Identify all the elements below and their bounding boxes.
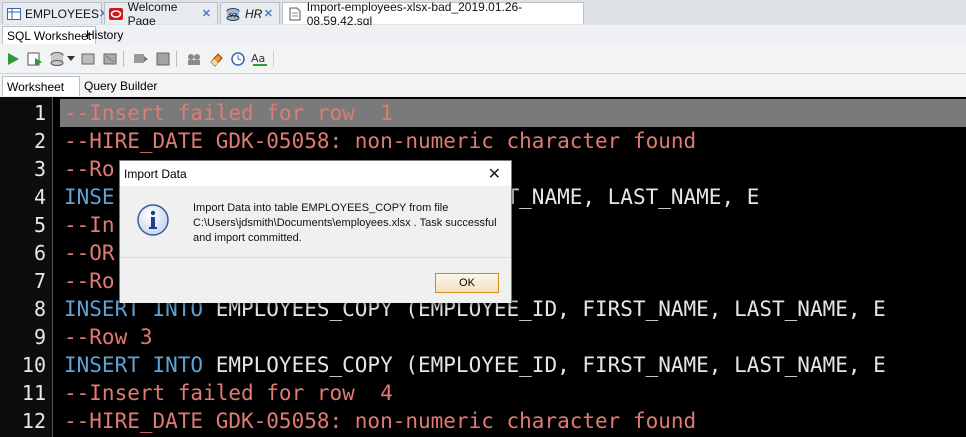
toolbar-separator xyxy=(273,51,274,67)
format-case-icon[interactable]: Aa xyxy=(251,50,269,68)
rollback-icon[interactable] xyxy=(79,50,97,68)
tab-welcome-page[interactable]: Welcome Page ✕ xyxy=(104,0,218,28)
line-number: 2 xyxy=(33,129,46,153)
tab-label: HR xyxy=(245,6,263,21)
line-number: 1 xyxy=(33,101,46,125)
code-line: --Ro xyxy=(64,155,115,183)
eraser-icon[interactable] xyxy=(207,50,225,68)
sql-comment: --Ro xyxy=(64,269,115,293)
sql-comment: --In xyxy=(64,213,115,237)
code-line: --Insert failed for row 4 xyxy=(64,379,393,407)
sql-comment: --Ro xyxy=(64,157,115,181)
tab-import-sql-file[interactable]: Import-employees-xlsx-bad_2019.01.26-08.… xyxy=(282,0,584,28)
sql-tuning-icon[interactable] xyxy=(185,50,203,68)
tab-label: EMPLOYEES xyxy=(25,6,100,21)
sql-comment: --HIRE_DATE GDK-05058: non-numeric chara… xyxy=(64,409,697,433)
line-number: 3 xyxy=(33,157,46,181)
sql-connection-icon: SQL xyxy=(225,7,241,21)
code-line: INSERT INTO EMPLOYEES_COPY (EMPLOYEE_ID,… xyxy=(64,351,886,379)
run-script-icon[interactable] xyxy=(26,50,44,68)
ok-button[interactable]: OK xyxy=(435,273,499,293)
commit-icon[interactable] xyxy=(48,50,66,68)
code-line: --HIRE_DATE GDK-05058: non-numeric chara… xyxy=(64,127,696,155)
dialog-title: Import Data xyxy=(124,166,187,181)
line-number: 5 xyxy=(33,213,46,237)
svg-text:SQL: SQL xyxy=(229,13,239,19)
toolbar-separator xyxy=(176,51,177,67)
code-line: --Ro xyxy=(64,267,115,295)
close-icon[interactable]: ✕ xyxy=(264,7,273,20)
line-number: 4 xyxy=(33,185,46,209)
code-line: --Row 3 xyxy=(64,323,153,351)
autotrace-icon[interactable] xyxy=(154,50,172,68)
import-data-dialog: Import Data ✕ Import Data into table EMP… xyxy=(119,160,512,303)
tab-hr[interactable]: SQL HR ✕ xyxy=(220,2,280,24)
worksheet-toolbar: Aa xyxy=(0,45,966,74)
code-line: --OR xyxy=(64,239,115,267)
tab-query-builder[interactable]: Query Builder xyxy=(80,76,161,96)
line-number: 12 xyxy=(21,409,46,433)
info-icon xyxy=(136,203,170,237)
code-line: --Insert failed for row 1 xyxy=(64,99,393,127)
sql-comment: --Insert failed for row 4 xyxy=(64,381,393,405)
line-number: 8 xyxy=(33,297,46,321)
code-line: --HIRE_DATE GDK-05058: non-numeric chara… xyxy=(64,407,696,435)
close-icon[interactable]: ✕ xyxy=(202,7,211,20)
line-number: 6 xyxy=(33,241,46,265)
tab-worksheet[interactable]: Worksheet xyxy=(2,76,80,96)
history-icon[interactable] xyxy=(229,50,247,68)
sql-comment: --Insert failed for row 1 xyxy=(64,101,393,125)
dropdown-arrow-icon[interactable] xyxy=(67,50,75,68)
oracle-icon xyxy=(109,7,124,21)
sql-comment: --OR xyxy=(64,241,115,265)
line-number: 7 xyxy=(33,269,46,293)
sql-text: EMPLOYEES_COPY (EMPLOYEE_ID, FIRST_NAME,… xyxy=(215,353,886,377)
sql-keyword: INSERT INTO xyxy=(64,353,216,377)
worksheet-subtab-bar: SQL Worksheet History xyxy=(0,25,966,46)
tab-history[interactable]: History xyxy=(82,26,127,44)
close-icon[interactable]: ✕ xyxy=(488,164,501,184)
sql-comment: --HIRE_DATE GDK-05058: non-numeric chara… xyxy=(64,129,697,153)
line-number: 11 xyxy=(21,381,46,405)
tab-employees[interactable]: EMPLOYEES ✕ xyxy=(2,2,108,24)
document-tab-bar: EMPLOYEES ✕ Welcome Page ✕ SQL HR ✕ Impo… xyxy=(0,0,966,28)
sql-comment: --Row 3 xyxy=(64,325,153,349)
dialog-message: Import Data into table EMPLOYEES_COPY fr… xyxy=(193,202,497,244)
explain-plan-icon[interactable] xyxy=(132,50,150,68)
run-statement-icon[interactable] xyxy=(4,50,22,68)
line-number: 10 xyxy=(21,353,46,377)
svg-text:Aa: Aa xyxy=(251,52,265,65)
sql-keyword: INSE xyxy=(64,185,115,209)
table-icon xyxy=(7,7,21,21)
tab-label: Welcome Page xyxy=(127,0,178,28)
line-number-gutter: 1 2 3 4 5 6 7 8 9 10 11 12 xyxy=(0,97,53,437)
tab-label: Import-employees-xlsx-bad_2019.01.26-08.… xyxy=(306,0,523,28)
cancel-icon[interactable] xyxy=(101,50,119,68)
worksheet-mode-tabs: Worksheet Query Builder xyxy=(0,74,966,96)
sql-file-icon xyxy=(287,7,303,21)
dialog-title-bar: Import Data ✕ xyxy=(120,161,511,186)
line-number: 9 xyxy=(33,325,46,349)
toolbar-separator xyxy=(123,51,124,67)
